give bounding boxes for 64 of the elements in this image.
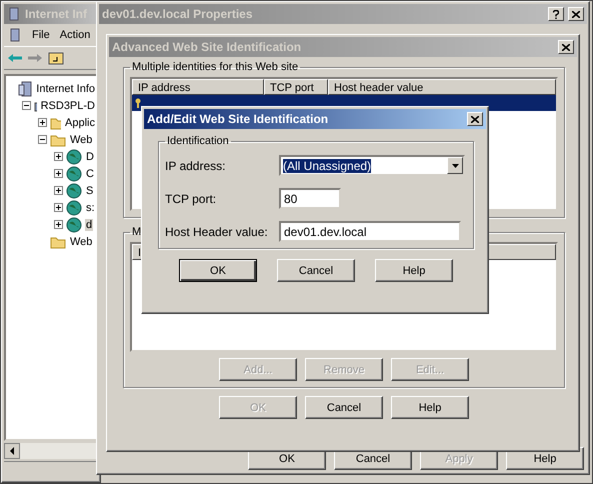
expand-icon[interactable] [54, 152, 63, 161]
column-header[interactable]: Host header value [328, 79, 556, 95]
globe-icon [66, 200, 82, 216]
server-icon [7, 7, 21, 21]
globe-icon [66, 182, 82, 198]
folder-icon [50, 132, 66, 146]
folder-icon [50, 116, 62, 130]
globe-icon [66, 166, 82, 182]
dialog-button[interactable]: Help [375, 259, 453, 282]
group-label: Multiple identities for this Web site [131, 61, 300, 73]
globe-icon [66, 148, 82, 164]
globe-icon [66, 216, 82, 232]
tree-item[interactable]: d [85, 218, 94, 230]
expand-icon[interactable] [54, 186, 63, 195]
close-icon [572, 10, 580, 18]
dialog-button[interactable]: Cancel [305, 396, 383, 419]
dropdown-button[interactable] [447, 157, 463, 174]
up-folder-icon[interactable] [48, 51, 64, 65]
field-label: Host Header value: [165, 224, 269, 238]
expand-icon[interactable] [54, 220, 63, 229]
close-icon [471, 116, 479, 122]
group-label: Identification [166, 135, 230, 147]
field-label: IP address: [165, 158, 226, 172]
expand-icon[interactable] [54, 203, 63, 212]
dialog-button[interactable]: Cancel [277, 259, 355, 282]
dialog-button[interactable]: OK [179, 259, 257, 282]
column-header[interactable]: IP address [132, 79, 264, 95]
menu-item[interactable]: File [32, 29, 50, 41]
close-icon [562, 44, 570, 50]
tree-item[interactable]: S [85, 184, 94, 196]
input-field[interactable]: 80 [279, 188, 341, 209]
dropdown-field[interactable]: (All Unassigned) [279, 155, 465, 176]
window-title: Advanced Web Site Identification [112, 40, 302, 54]
expand-icon[interactable] [38, 118, 47, 127]
window-title: dev01.dev.local Properties [102, 7, 254, 21]
folder-icon [50, 234, 66, 248]
tree-item[interactable]: s: [85, 202, 96, 214]
expand-icon[interactable] [54, 169, 63, 178]
window-title: Add/Edit Web Site Identification [147, 112, 330, 126]
input-field[interactable]: dev01.dev.local [279, 221, 461, 242]
tree-item[interactable]: Web [69, 134, 94, 146]
group-label: M [131, 226, 142, 238]
close-button[interactable] [467, 112, 483, 126]
tree-item[interactable]: D [85, 150, 95, 162]
collapse-icon[interactable] [22, 101, 31, 110]
close-button[interactable] [558, 40, 574, 54]
collapse-icon[interactable] [38, 135, 47, 144]
help-icon [553, 10, 559, 18]
caret-icon [452, 164, 458, 168]
menu-item[interactable]: Action [60, 29, 90, 41]
tree-item[interactable]: C [85, 168, 95, 180]
column-header[interactable]: TCP port [264, 79, 328, 95]
field-label: TCP port: [165, 192, 218, 206]
scroll-left-icon[interactable] [4, 443, 20, 459]
close-button[interactable] [568, 7, 584, 21]
tree-item[interactable]: Web [69, 236, 94, 248]
server-icon [18, 80, 32, 96]
tree-item[interactable]: RSD3PL-D [40, 100, 96, 112]
server-icon [8, 28, 22, 42]
help-button[interactable] [548, 7, 564, 21]
tree-item[interactable]: Applic [64, 116, 96, 128]
key-icon [134, 98, 142, 108]
dialog-button[interactable]: Help [391, 396, 469, 419]
tree-item[interactable]: Internet Info [35, 82, 96, 94]
